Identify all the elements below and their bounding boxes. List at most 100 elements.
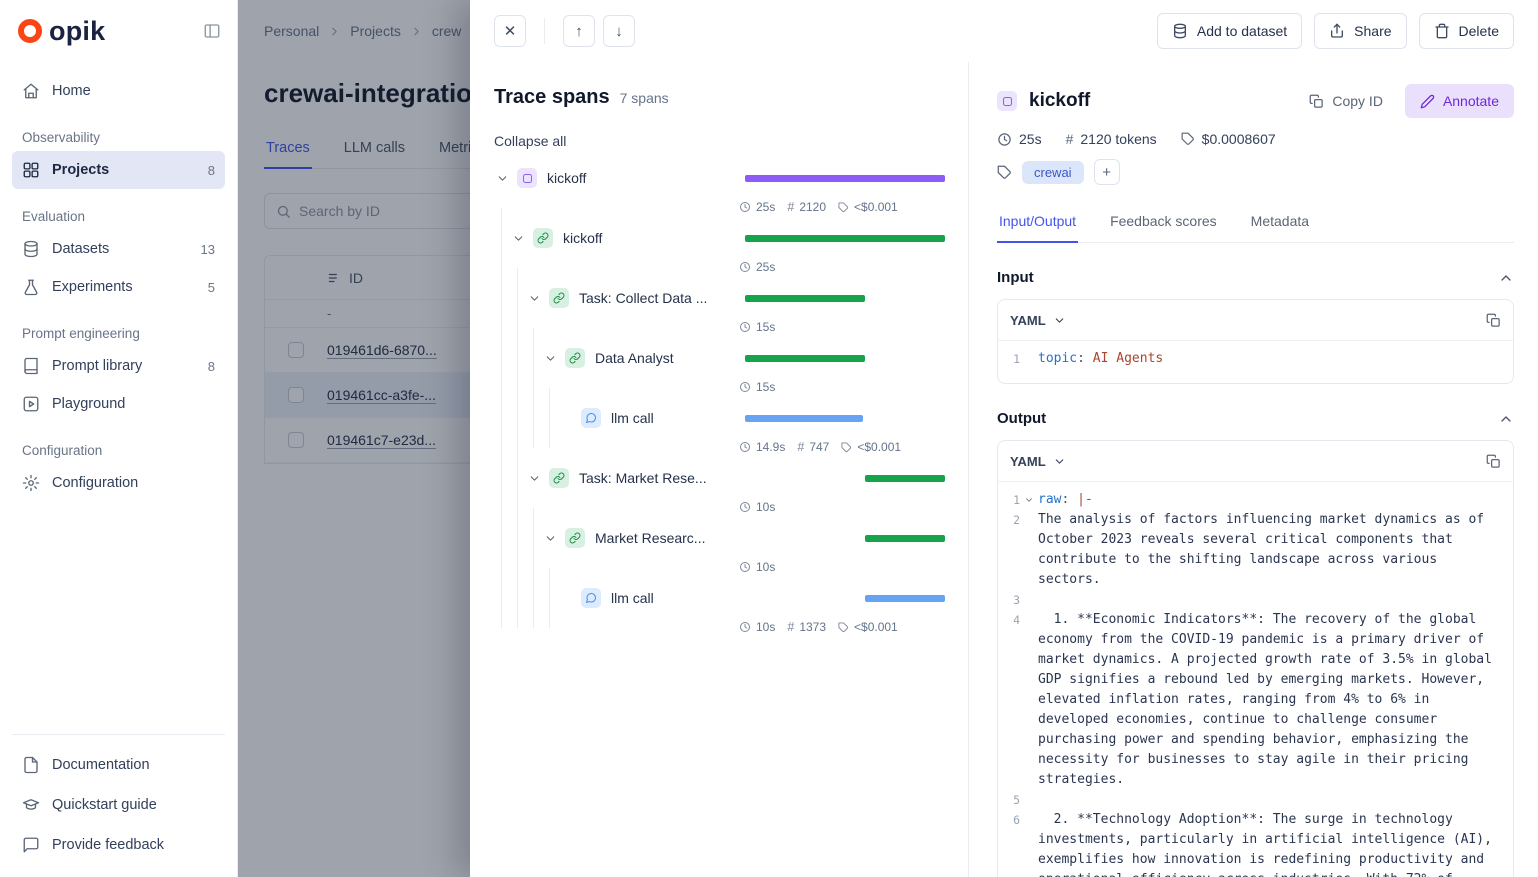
tree-guide	[494, 461, 510, 495]
span-meta: 14.9s#747<$0.001	[739, 435, 945, 459]
sidebar-item-label: Prompt library	[52, 358, 142, 374]
tree-guide	[494, 521, 510, 555]
sidebar-footer-divider	[12, 734, 225, 735]
span-label: llm call	[611, 410, 735, 426]
span-row[interactable]: Task: Collect Data ...15s	[494, 281, 945, 341]
copy-icon[interactable]	[1486, 454, 1501, 469]
sidebar-item-quickstart-guide[interactable]: Quickstart guide	[12, 785, 225, 825]
input-code: 1topic: AI Agents	[998, 340, 1513, 383]
output-section-header[interactable]: Output	[997, 410, 1514, 427]
trash-icon	[1434, 23, 1450, 39]
span-row[interactable]: llm call14.9s#747<$0.001	[494, 401, 945, 461]
clock-icon	[739, 561, 751, 573]
chat-bubble-icon	[581, 408, 601, 428]
chat-square-icon	[22, 836, 40, 854]
delete-button[interactable]: Delete	[1419, 13, 1514, 49]
chat-bubble-icon	[581, 588, 601, 608]
sidebar-item-configuration[interactable]: Configuration	[12, 464, 225, 502]
chevron-down-icon[interactable]	[526, 470, 542, 486]
tree-guide	[510, 581, 526, 615]
annotate-button[interactable]: Annotate	[1405, 84, 1514, 118]
sidebar-item-prompt-library[interactable]: Prompt library 8	[12, 347, 225, 385]
output-code-block: YAML 1raw: |-2The analysis of factors in…	[997, 440, 1514, 877]
sidebar-item-home[interactable]: Home	[12, 72, 225, 110]
tab-metadata[interactable]: Metadata	[1249, 205, 1311, 242]
flask-icon	[22, 278, 40, 296]
chain-link-icon	[549, 288, 569, 308]
close-button[interactable]: ✕	[494, 15, 526, 47]
opik-logo: opik	[18, 16, 105, 47]
chevron-down-icon[interactable]	[542, 350, 558, 366]
span-label: Task: Collect Data ...	[579, 290, 735, 306]
sidebar-item-documentation[interactable]: Documentation	[12, 745, 225, 785]
code-line: 1raw: |-	[1006, 490, 1505, 510]
sidebar-item-label: Projects	[52, 162, 109, 178]
chevron-down-icon[interactable]	[542, 530, 558, 546]
line-number: 1	[1006, 349, 1020, 369]
line-number: 3	[1006, 590, 1020, 610]
fold-chevron-icon[interactable]	[1020, 490, 1038, 505]
sidebar-item-experiments[interactable]: Experiments 5	[12, 268, 225, 306]
span-label: llm call	[611, 590, 735, 606]
trace-stats: 25s # 2120 tokens $0.0008607	[997, 131, 1514, 147]
tag-icon	[841, 442, 852, 453]
span-row[interactable]: Data Analyst15s	[494, 341, 945, 401]
span-row[interactable]: Market Researc...10s	[494, 521, 945, 581]
span-row[interactable]: kickoff25s#2120<$0.001	[494, 161, 945, 221]
sidebar-section-prompt-engineering: Prompt engineering	[22, 326, 215, 341]
sidebar-footer: Documentation Quickstart guide Provide f…	[12, 734, 225, 865]
add-tag-button[interactable]: +	[1094, 159, 1120, 185]
sidebar-item-playground[interactable]: Playground	[12, 385, 225, 423]
span-row[interactable]: llm call10s#1373<$0.001	[494, 581, 945, 641]
span-row[interactable]: kickoff25s	[494, 221, 945, 281]
sidebar-item-label: Provide feedback	[52, 837, 164, 853]
add-to-dataset-button[interactable]: Add to dataset	[1157, 13, 1302, 49]
span-meta: 25s#2120<$0.001	[739, 195, 945, 219]
chevron-down-icon	[1053, 314, 1066, 327]
sidebar-item-label: Datasets	[52, 241, 109, 257]
span-meta: 25s	[739, 255, 945, 279]
share-button[interactable]: Share	[1314, 13, 1406, 49]
clock-icon	[739, 321, 751, 333]
topbar-divider	[544, 18, 545, 44]
hash-icon: #	[797, 440, 804, 454]
span-meta: 15s	[739, 375, 945, 399]
grid-icon	[22, 161, 40, 179]
chevron-down-icon[interactable]	[510, 230, 526, 246]
chevron-up-icon[interactable]	[1498, 270, 1514, 286]
span-label: Task: Market Rese...	[579, 470, 735, 486]
next-trace-button[interactable]: ↓	[603, 15, 635, 47]
book-icon	[22, 357, 40, 375]
tag-icon	[838, 202, 849, 213]
gear-icon	[22, 474, 40, 492]
collapse-all-button[interactable]: Collapse all	[494, 133, 566, 149]
tag-crewai[interactable]: crewai	[1022, 161, 1084, 184]
chevron-down-icon[interactable]	[526, 290, 542, 306]
spans-title: Trace spans	[494, 86, 610, 109]
span-label: kickoff	[547, 170, 735, 186]
span-row[interactable]: Task: Market Rese...10s	[494, 461, 945, 521]
copy-icon[interactable]	[1486, 313, 1501, 328]
format-select[interactable]: YAML	[1010, 454, 1066, 469]
chevron-down-icon[interactable]	[494, 170, 510, 186]
fold-gutter	[1020, 790, 1038, 795]
sidebar-collapse-icon[interactable]	[203, 22, 221, 40]
span-duration-bar	[745, 235, 945, 242]
format-select[interactable]: YAML	[1010, 313, 1066, 328]
sidebar-item-projects[interactable]: Projects 8	[12, 151, 225, 189]
graduation-cap-icon	[22, 796, 40, 814]
clock-icon	[997, 132, 1012, 147]
sidebar-item-datasets[interactable]: Datasets 13	[12, 230, 225, 268]
trace-detail-panel: kickoff Copy ID Annotate 25s	[968, 62, 1538, 877]
span-label: Data Analyst	[595, 350, 735, 366]
sidebar-item-provide-feedback[interactable]: Provide feedback	[12, 825, 225, 865]
input-section-header[interactable]: Input	[997, 269, 1514, 286]
tab-input-output[interactable]: Input/Output	[997, 205, 1078, 243]
hash-icon: #	[1066, 131, 1074, 147]
code-line: 3	[1006, 590, 1505, 610]
copy-id-button[interactable]: Copy ID	[1309, 93, 1383, 109]
tab-feedback-scores[interactable]: Feedback scores	[1108, 205, 1219, 242]
previous-trace-button[interactable]: ↑	[563, 15, 595, 47]
chevron-up-icon[interactable]	[1498, 411, 1514, 427]
sidebar-item-label: Documentation	[52, 757, 150, 773]
